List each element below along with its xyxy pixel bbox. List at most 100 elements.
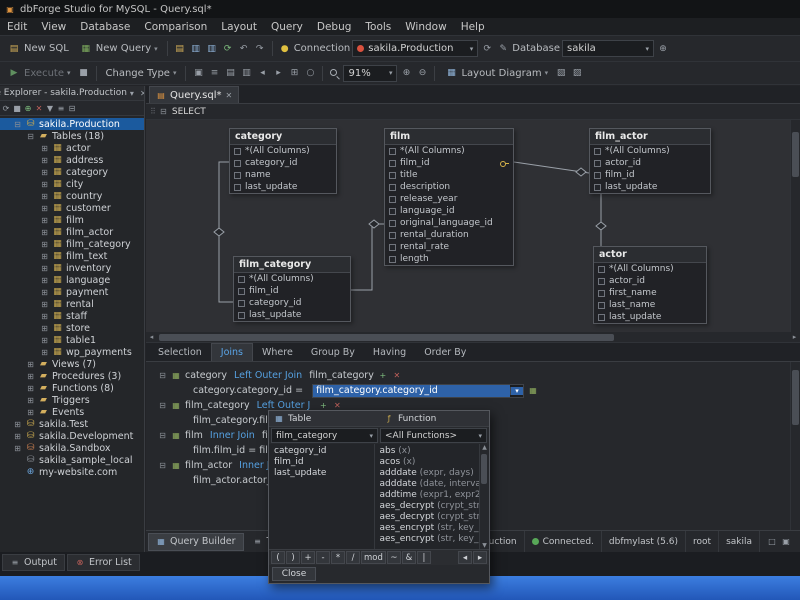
- parse-icon[interactable]: ▣: [191, 66, 205, 80]
- diagram-table-header[interactable]: film_actor: [590, 129, 710, 145]
- tree-expander-icon[interactable]: ⊟: [158, 371, 167, 380]
- tab-query-sql[interactable]: ▤ Query.sql* ✕: [149, 86, 239, 103]
- operator-button[interactable]: ~: [387, 551, 401, 564]
- tree-expander-icon[interactable]: ⊞: [40, 336, 49, 345]
- function-list-item[interactable]: acos (x): [375, 457, 480, 468]
- operator-button[interactable]: ): [286, 551, 300, 564]
- column-checkbox[interactable]: [238, 276, 245, 283]
- search-icon[interactable]: [328, 67, 341, 80]
- diagram-table-column[interactable]: title: [385, 169, 513, 181]
- join-row[interactable]: ⊟▦category Left Outer Join film_category…: [150, 368, 800, 383]
- tree-expander-icon[interactable]: ⊞: [40, 144, 49, 153]
- column-checkbox[interactable]: [389, 256, 396, 263]
- refresh-icon[interactable]: ⟳: [221, 42, 235, 56]
- tree-item[interactable]: ⊞ ⛁ sakila.Development: [0, 430, 144, 442]
- zoom-in-icon[interactable]: ⊕: [399, 66, 413, 80]
- tree-item[interactable]: ⊞ ▦ customer: [0, 202, 144, 214]
- column-checkbox[interactable]: [238, 312, 245, 319]
- tree-expander-icon[interactable]: ⊞: [40, 204, 49, 213]
- operator-button[interactable]: &: [402, 551, 416, 564]
- tree-item[interactable]: ⊞ ▦ store: [0, 322, 144, 334]
- diagram-table-column[interactable]: *(All Columns): [230, 145, 336, 157]
- column-checkbox[interactable]: [598, 290, 605, 297]
- column-list-item[interactable]: film_id: [269, 457, 374, 468]
- diagram-table-header[interactable]: actor: [594, 247, 706, 263]
- diagram-overview-icon[interactable]: ▧: [554, 66, 568, 80]
- close-tab-icon[interactable]: ✕: [225, 91, 232, 100]
- tree-item[interactable]: ⊞ ▦ wp_payments: [0, 346, 144, 358]
- tab-having[interactable]: Having: [364, 343, 415, 361]
- tree-expander-icon[interactable]: ⊞: [40, 312, 49, 321]
- tree-item[interactable]: ⊞ ▦ table1: [0, 334, 144, 346]
- diagram-table-column[interactable]: *(All Columns): [590, 145, 710, 157]
- menu-item[interactable]: Tools: [358, 20, 398, 34]
- tree-expander-icon[interactable]: ⊟: [26, 132, 35, 141]
- chevron-down-icon[interactable]: ▾: [67, 69, 71, 77]
- column-checkbox[interactable]: [234, 172, 241, 179]
- diagram-table[interactable]: film *(All Columns): [384, 128, 514, 266]
- tree-item[interactable]: ⊞ ▦ rental: [0, 298, 144, 310]
- status-connected[interactable]: Connected.: [524, 531, 601, 552]
- diagram-table-column[interactable]: last_update: [234, 309, 350, 321]
- menu-item[interactable]: Query: [264, 20, 310, 34]
- diagram-horizontal-scrollbar[interactable]: ◂ ▸: [146, 332, 800, 343]
- properties-icon[interactable]: ≡: [56, 103, 66, 113]
- stop-icon[interactable]: ■: [77, 66, 91, 80]
- column-checkbox[interactable]: [234, 160, 241, 167]
- tab-group-by[interactable]: Group By: [302, 343, 364, 361]
- tree-expander-icon[interactable]: ⊞: [13, 432, 22, 441]
- diagram-table-column[interactable]: actor_id: [594, 275, 706, 287]
- operator-button[interactable]: |: [417, 551, 431, 564]
- column-checkbox[interactable]: [598, 302, 605, 309]
- column-checkbox[interactable]: [238, 300, 245, 307]
- stop-refresh-icon[interactable]: ■: [12, 103, 22, 113]
- tree-expander-icon[interactable]: ⊞: [40, 240, 49, 249]
- add-condition-icon[interactable]: +: [378, 371, 388, 381]
- tree-item[interactable]: ⊞ ▦ film_actor: [0, 226, 144, 238]
- tree-expander-icon[interactable]: ⊞: [40, 348, 49, 357]
- filter-icon[interactable]: ▼: [45, 103, 55, 113]
- diagram-table[interactable]: film_category *(All Columns): [233, 256, 351, 322]
- table-select[interactable]: film_category ▾: [271, 428, 378, 443]
- status-user[interactable]: root: [685, 531, 718, 552]
- function-column-header[interactable]: ƒ Function: [379, 411, 489, 426]
- tab-error-list[interactable]: ⊗ Error List: [67, 554, 140, 571]
- diagram-table-column[interactable]: film_id: [590, 169, 710, 181]
- tree-item[interactable]: ⛁ sakila_sample_local: [0, 454, 144, 466]
- diagram-table-column[interactable]: description: [385, 181, 513, 193]
- diagram-table-header[interactable]: film_category: [234, 257, 350, 273]
- column-checkbox[interactable]: [389, 184, 396, 191]
- select-statement-row[interactable]: ⠿ ⊟ SELECT: [146, 104, 800, 120]
- chevron-down-icon[interactable]: ▾: [385, 69, 393, 77]
- diagram-table-column[interactable]: rental_rate: [385, 241, 513, 253]
- database-select[interactable]: sakila ▾: [562, 40, 654, 57]
- tree-expander-icon[interactable]: ⊞: [26, 372, 35, 381]
- drag-grip-icon[interactable]: ⠿: [150, 107, 155, 116]
- tree-expander-icon[interactable]: ⊞: [40, 228, 49, 237]
- tree-item[interactable]: ⊞ ▰ Triggers: [0, 394, 144, 406]
- tree-expander-icon[interactable]: ⊞: [40, 192, 49, 201]
- diagram-table-column[interactable]: original_language_id: [385, 217, 513, 229]
- tree-expander-icon[interactable]: ⊞: [40, 168, 49, 177]
- expression-editor-icon[interactable]: ▦: [528, 386, 538, 396]
- menu-item[interactable]: Edit: [0, 20, 34, 34]
- scroll-left-icon[interactable]: ◂: [146, 333, 157, 341]
- status-server[interactable]: dbfmylast (5.6): [601, 531, 685, 552]
- tree-item[interactable]: ⊞ ⛁ sakila.Sandbox: [0, 442, 144, 454]
- function-list-item[interactable]: adddate (expr, days): [375, 468, 480, 479]
- edit-connection-icon[interactable]: ✎: [496, 42, 510, 56]
- tree-item[interactable]: ⊟ ▰ Tables (18): [0, 130, 144, 142]
- tree-item[interactable]: ⊞ ▦ country: [0, 190, 144, 202]
- tree-expander-icon[interactable]: ⊞: [40, 300, 49, 309]
- function-filter-select[interactable]: <All Functions> ▾: [380, 428, 487, 443]
- chevron-down-icon[interactable]: ▾: [365, 432, 373, 440]
- chevron-down-icon[interactable]: ▾: [173, 69, 177, 77]
- tab-query-builder[interactable]: ▦ Query Builder: [148, 533, 244, 551]
- snippets-icon[interactable]: ⊞: [287, 66, 301, 80]
- join-connector-diamond[interactable]: [596, 222, 606, 230]
- joins-vertical-scrollbar[interactable]: [790, 362, 800, 530]
- tree-item[interactable]: ⊞ ▰ Procedures (3): [0, 370, 144, 382]
- tree-item[interactable]: ⊞ ▦ address: [0, 154, 144, 166]
- function-list-item[interactable]: abs (x): [375, 446, 480, 457]
- save-all-icon[interactable]: ▥: [205, 42, 219, 56]
